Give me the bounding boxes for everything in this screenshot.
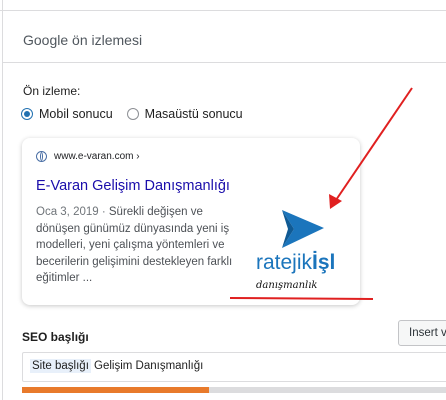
preview-mode-radios: Mobil sonucu Masaüstü sonucu (21, 107, 257, 121)
snippet-line: eğitimler ... (36, 272, 93, 285)
mobile-radio[interactable] (21, 108, 33, 120)
logo-brand-text: ratejikİşl (256, 251, 335, 274)
result-date: Oca 3, 2019 · (36, 206, 106, 218)
globe-icon (36, 151, 47, 162)
seo-title-length-bar (22, 387, 446, 393)
result-snippet: Oca 3, 2019 · Sürekli değişen ve dönüşen… (36, 204, 239, 287)
result-thumbnail-logo: ratejikİşl danışmanlık (256, 210, 335, 291)
site-title-variable-chip[interactable]: Site başlığı (30, 359, 91, 373)
preview-label: Ön izleme: (23, 84, 81, 98)
panel-left-border (2, 0, 3, 400)
result-title[interactable]: E-Varan Gelişim Danışmanlığı (36, 178, 230, 194)
section-title: Google ön izlemesi (23, 32, 143, 48)
snippet-line: dönüşen günümüz dünyasında yeni iş (36, 222, 230, 235)
snippet-line: modelleri, yeni çalışma yöntemleri ve (36, 239, 225, 252)
desktop-radio[interactable] (126, 108, 139, 120)
logo-tagline: danışmanlık (256, 280, 317, 291)
google-preview-card: www.e-varan.com › E-Varan Gelişim Danışm… (22, 138, 360, 305)
insert-variable-button[interactable]: Insert variable (398, 320, 446, 346)
seo-title-input[interactable]: Site başlığı Gelişim Danışmanlığı (22, 352, 446, 382)
result-url: www.e-varan.com › (54, 151, 140, 162)
mobile-radio-label[interactable]: Mobil sonucu (39, 107, 113, 121)
desktop-radio-label[interactable]: Masaüstü sonucu (145, 107, 243, 121)
seo-title-length-fill (22, 387, 209, 393)
seo-title-text: Gelişim Danışmanlığı (94, 360, 204, 372)
result-url-row: www.e-varan.com › (36, 151, 140, 162)
snippet-line: Sürekli değişen ve (108, 206, 203, 218)
section-divider (3, 62, 446, 63)
snippet-line: becerilerin gelişimini destekleyen farkl… (36, 255, 233, 268)
seo-title-label: SEO başlığı (22, 330, 89, 344)
top-edge (0, 0, 446, 11)
